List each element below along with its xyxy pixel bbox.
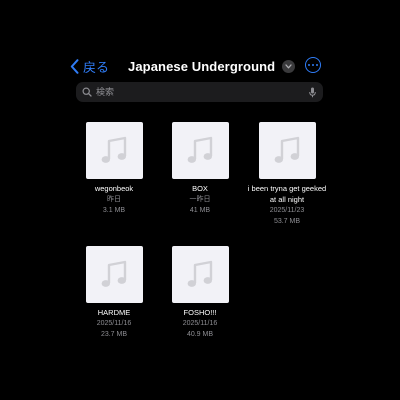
music-note-icon (85, 246, 143, 303)
back-label: 戻る (83, 59, 110, 75)
chevron-down-icon (282, 59, 296, 73)
ellipsis-dot (311, 63, 315, 67)
file-item[interactable]: BOX 一昨日 41 MB (157, 122, 243, 216)
navigation-bar: 戻る Japanese Underground (0, 52, 400, 80)
file-size: 3.1 MB (102, 207, 126, 214)
search-bar[interactable] (76, 82, 323, 102)
music-note-icon (258, 122, 316, 179)
file-date: 一昨日 (189, 196, 211, 203)
file-item[interactable]: HARDME 2025/11/16 23.7 MB (71, 246, 157, 340)
file-name: wegonbeok (94, 184, 134, 193)
search-icon (82, 87, 92, 97)
file-date: 昨日 (107, 196, 121, 203)
music-note-icon (171, 246, 229, 303)
music-note-icon (85, 122, 143, 179)
file-date: 2025/11/16 (182, 320, 218, 327)
ellipsis-dot (307, 63, 310, 67)
file-item[interactable]: i been tryna get geeked at all night 202… (244, 122, 330, 227)
file-item[interactable]: FOSHO!!! 2025/11/16 40.9 MB (157, 246, 243, 340)
file-name: HARDME (97, 308, 131, 317)
file-name: FOSHO!!! (183, 308, 217, 317)
file-name: BOX (192, 184, 208, 193)
title-menu[interactable]: Japanese Underground (128, 55, 296, 77)
chevron-left-icon (70, 58, 79, 74)
file-date: 2025/11/23 (269, 207, 305, 214)
file-item[interactable]: wegonbeok 昨日 3.1 MB (71, 122, 157, 216)
file-date: 2025/11/16 (96, 320, 132, 327)
file-name: i been tryna get geeked at all night (247, 184, 327, 204)
search-input[interactable] (92, 87, 309, 97)
microphone-icon[interactable] (309, 87, 316, 98)
page-title: Japanese Underground (128, 58, 276, 74)
more-options-button[interactable] (305, 57, 321, 73)
file-size: 41 MB (189, 207, 211, 214)
music-note-icon (171, 122, 229, 179)
back-button[interactable]: 戻る (70, 55, 109, 77)
file-size: 40.9 MB (186, 331, 214, 338)
file-size: 23.7 MB (100, 331, 128, 338)
file-size: 53.7 MB (273, 218, 301, 225)
ellipsis-dot (316, 63, 319, 67)
